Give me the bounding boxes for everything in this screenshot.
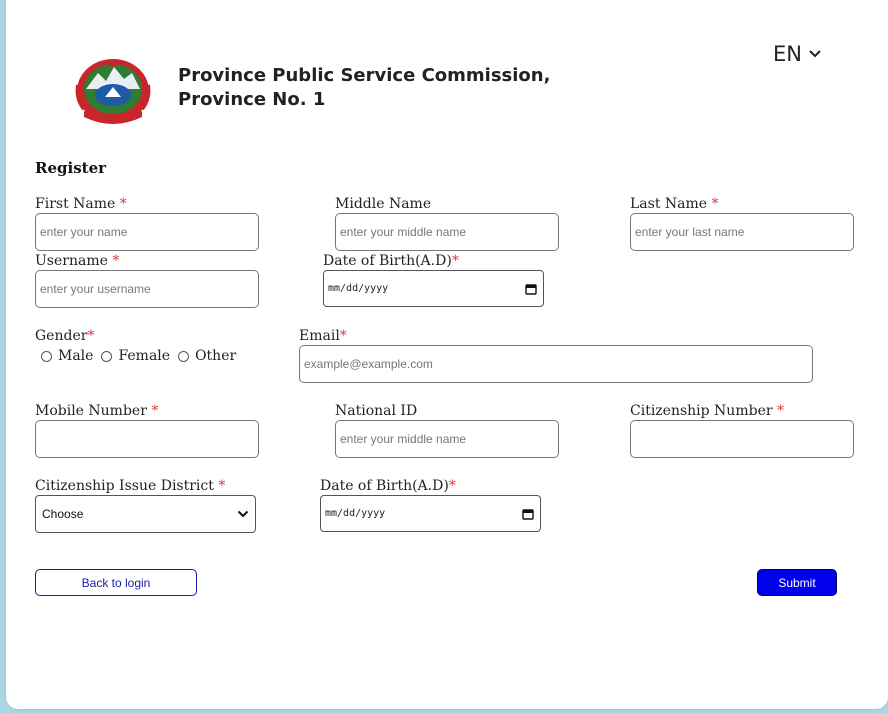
org-title-line2: Province No. 1 [178, 89, 326, 110]
dob-value-2: mm/dd/yyyy [325, 508, 386, 519]
mobile-number-label: Mobile Number * [35, 403, 158, 419]
email-input[interactable] [299, 345, 813, 383]
calendar-icon[interactable] [525, 283, 537, 295]
gender-radio-group: Male Female Other [41, 348, 244, 364]
citizenship-district-label: Citizenship Issue District * [35, 478, 225, 494]
middle-name-label: Middle Name [335, 196, 432, 212]
dob-input-2[interactable]: mm/dd/yyyy [320, 495, 541, 532]
gender-label-text: Gender [35, 328, 88, 344]
dob-label-1: Date of Birth(A.D)* [323, 253, 459, 269]
required-mark: * [711, 196, 719, 212]
last-name-label-text: Last Name [630, 196, 708, 212]
username-input[interactable] [35, 270, 259, 308]
form-title: Register [35, 159, 107, 177]
org-title: Province Public Service Commission, Prov… [178, 64, 550, 112]
username-label: Username * [35, 253, 119, 269]
required-mark: * [451, 253, 459, 269]
email-label: Email* [299, 328, 347, 344]
gender-option-female[interactable]: Female [101, 348, 170, 364]
required-mark: * [119, 196, 127, 212]
required-mark: * [339, 328, 347, 344]
required-mark: * [151, 403, 159, 419]
first-name-label-text: First Name [35, 196, 116, 212]
gender-option-label: Male [58, 348, 94, 364]
dob-label-2: Date of Birth(A.D)* [320, 478, 456, 494]
last-name-input[interactable] [630, 213, 854, 251]
radio-male[interactable] [41, 350, 52, 362]
language-selector[interactable]: EN [773, 42, 822, 66]
middle-name-input[interactable] [335, 213, 559, 251]
citizenship-number-input[interactable] [630, 420, 854, 458]
org-title-line1: Province Public Service Commission, [178, 65, 551, 86]
gender-option-other[interactable]: Other [178, 348, 236, 364]
chevron-down-icon [237, 510, 249, 518]
district-selected-value: Choose [42, 507, 84, 521]
mobile-number-label-text: Mobile Number [35, 403, 147, 419]
calendar-icon[interactable] [522, 508, 534, 520]
mobile-number-input[interactable] [35, 420, 259, 458]
dob-label-2-text: Date of Birth(A.D) [320, 478, 449, 494]
gender-option-label: Female [118, 348, 171, 364]
required-mark: * [448, 478, 456, 494]
dob-label-1-text: Date of Birth(A.D) [323, 253, 452, 269]
first-name-input[interactable] [35, 213, 259, 251]
radio-female[interactable] [101, 350, 113, 362]
national-id-input[interactable] [335, 420, 559, 458]
username-label-text: Username [35, 253, 108, 269]
chevron-down-icon [809, 50, 821, 58]
citizenship-number-label: Citizenship Number * [630, 403, 784, 419]
gender-option-male[interactable]: Male [41, 348, 93, 364]
citizenship-district-select[interactable]: Choose [35, 495, 256, 533]
first-name-label: First Name * [35, 196, 127, 212]
required-mark: * [777, 403, 784, 419]
national-id-label: National ID [335, 403, 418, 419]
email-label-text: Email [299, 328, 340, 344]
language-label: EN [773, 42, 802, 66]
nepal-emblem-logo [75, 59, 151, 124]
required-mark: * [87, 328, 95, 344]
last-name-label: Last Name * [630, 196, 719, 212]
submit-button[interactable]: Submit [757, 569, 837, 596]
back-to-login-button[interactable]: Back to login [35, 569, 197, 596]
citizenship-district-label-text: Citizenship Issue District [35, 478, 214, 494]
gender-label: Gender* [35, 328, 94, 344]
required-mark: * [112, 253, 120, 269]
citizenship-number-label-text: Citizenship Number [630, 403, 773, 419]
dob-input-1[interactable]: mm/dd/yyyy [323, 270, 544, 307]
radio-other[interactable] [178, 350, 190, 362]
gender-option-label: Other [195, 348, 237, 364]
required-mark: * [218, 478, 226, 494]
dob-value-1: mm/dd/yyyy [328, 283, 389, 294]
